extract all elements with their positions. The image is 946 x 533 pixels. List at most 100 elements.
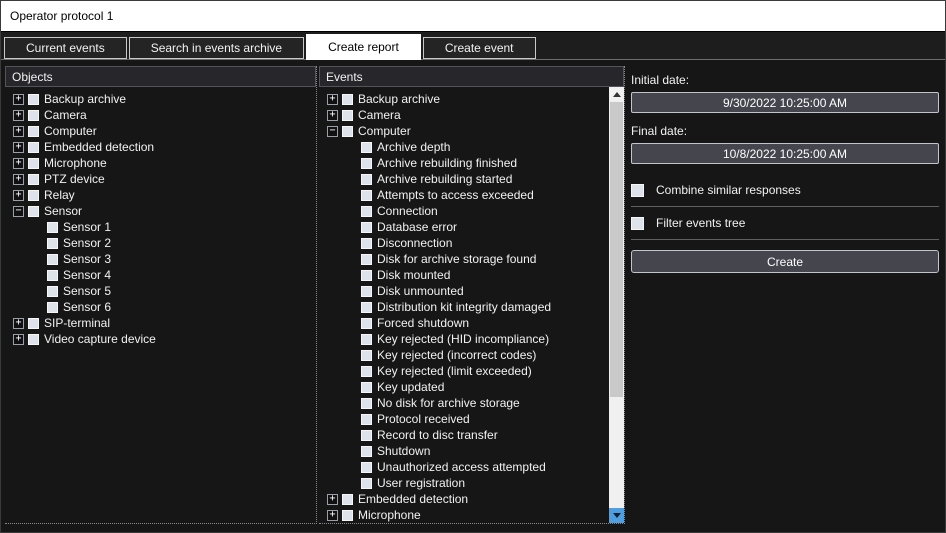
- tree-node[interactable]: Key rejected (incorrect codes): [319, 347, 624, 363]
- tree-node[interactable]: Archive rebuilding started: [319, 171, 624, 187]
- tree-node[interactable]: Sensor 6: [5, 299, 316, 315]
- expand-icon[interactable]: +: [327, 110, 338, 121]
- expand-icon[interactable]: +: [13, 126, 24, 137]
- expand-icon[interactable]: +: [13, 110, 24, 121]
- checkbox[interactable]: [28, 174, 39, 185]
- checkbox[interactable]: [47, 238, 58, 249]
- events-scrollbar[interactable]: [609, 87, 624, 523]
- tree-node[interactable]: Sensor 2: [5, 235, 316, 251]
- tree-node[interactable]: +SIP-terminal: [5, 315, 316, 331]
- tree-node[interactable]: +Computer: [5, 123, 316, 139]
- tab-create-event[interactable]: Create event: [423, 37, 536, 59]
- tree-node[interactable]: +Microphone: [5, 155, 316, 171]
- checkbox[interactable]: [361, 222, 372, 233]
- tree-node[interactable]: Key rejected (HID incompliance): [319, 331, 624, 347]
- expand-icon[interactable]: +: [327, 94, 338, 105]
- expand-icon[interactable]: +: [327, 510, 338, 521]
- checkbox[interactable]: [361, 446, 372, 457]
- checkbox[interactable]: [361, 398, 372, 409]
- checkbox[interactable]: [47, 270, 58, 281]
- checkbox[interactable]: [28, 158, 39, 169]
- tree-node[interactable]: Disk mounted: [319, 267, 624, 283]
- tree-node[interactable]: Forced shutdown: [319, 315, 624, 331]
- tree-node[interactable]: Record to disc transfer: [319, 427, 624, 443]
- scrollbar-thumb[interactable]: [610, 102, 623, 397]
- tree-node[interactable]: Archive rebuilding finished: [319, 155, 624, 171]
- checkbox[interactable]: [361, 174, 372, 185]
- tree-node[interactable]: −Sensor: [5, 203, 316, 219]
- tree-node[interactable]: Connection: [319, 203, 624, 219]
- tree-node[interactable]: Database error: [319, 219, 624, 235]
- expand-icon[interactable]: +: [13, 158, 24, 169]
- tree-node[interactable]: Archive depth: [319, 139, 624, 155]
- tree-node[interactable]: +Backup archive: [319, 91, 624, 107]
- create-button[interactable]: Create: [631, 250, 939, 273]
- tree-node[interactable]: Disk for archive storage found: [319, 251, 624, 267]
- tree-node[interactable]: Sensor 3: [5, 251, 316, 267]
- final-date-field[interactable]: 10/8/2022 10:25:00 AM: [631, 143, 939, 164]
- tree-node[interactable]: Sensor 1: [5, 219, 316, 235]
- tree-node[interactable]: +Embedded detection: [319, 491, 624, 507]
- collapse-icon[interactable]: −: [327, 126, 338, 137]
- tree-node[interactable]: +Microphone: [319, 507, 624, 523]
- checkbox[interactable]: [28, 110, 39, 121]
- tree-node[interactable]: +Video capture device: [5, 331, 316, 347]
- tree-node[interactable]: +PTZ device: [5, 171, 316, 187]
- scroll-down-button[interactable]: [609, 508, 624, 523]
- checkbox[interactable]: [28, 318, 39, 329]
- checkbox[interactable]: [47, 222, 58, 233]
- expand-icon[interactable]: +: [13, 142, 24, 153]
- tree-node[interactable]: −Computer: [319, 123, 624, 139]
- tree-node[interactable]: Shutdown: [319, 443, 624, 459]
- checkbox[interactable]: [342, 510, 353, 521]
- checkbox[interactable]: [361, 270, 372, 281]
- checkbox[interactable]: [361, 334, 372, 345]
- checkbox[interactable]: [361, 350, 372, 361]
- tree-node[interactable]: Sensor 4: [5, 267, 316, 283]
- tab-create-report[interactable]: Create report: [306, 34, 421, 60]
- expand-icon[interactable]: +: [13, 94, 24, 105]
- filter-events-tree-checkbox[interactable]: [631, 217, 644, 230]
- checkbox[interactable]: [28, 190, 39, 201]
- collapse-icon[interactable]: −: [13, 206, 24, 217]
- tree-node[interactable]: +Camera: [319, 107, 624, 123]
- tree-node[interactable]: Protocol received: [319, 411, 624, 427]
- checkbox[interactable]: [342, 494, 353, 505]
- checkbox[interactable]: [361, 414, 372, 425]
- checkbox[interactable]: [361, 430, 372, 441]
- checkbox[interactable]: [361, 302, 372, 313]
- checkbox[interactable]: [28, 334, 39, 345]
- expand-icon[interactable]: +: [327, 494, 338, 505]
- tree-node[interactable]: Unauthorized access attempted: [319, 459, 624, 475]
- tree-node[interactable]: No disk for archive storage: [319, 395, 624, 411]
- tree-node[interactable]: +Relay: [5, 187, 316, 203]
- checkbox[interactable]: [361, 142, 372, 153]
- initial-date-field[interactable]: 9/30/2022 10:25:00 AM: [631, 92, 939, 113]
- filter-events-tree-row[interactable]: Filter events tree: [631, 207, 939, 240]
- tree-node[interactable]: +Backup archive: [5, 91, 316, 107]
- checkbox[interactable]: [47, 286, 58, 297]
- tree-node[interactable]: Attempts to access exceeded: [319, 187, 624, 203]
- tree-node[interactable]: +Camera: [5, 107, 316, 123]
- expand-icon[interactable]: +: [13, 174, 24, 185]
- checkbox[interactable]: [361, 190, 372, 201]
- tree-node[interactable]: Disconnection: [319, 235, 624, 251]
- expand-icon[interactable]: +: [13, 334, 24, 345]
- checkbox[interactable]: [28, 94, 39, 105]
- scroll-up-button[interactable]: [609, 87, 624, 102]
- checkbox[interactable]: [47, 302, 58, 313]
- checkbox[interactable]: [342, 126, 353, 137]
- checkbox[interactable]: [47, 254, 58, 265]
- tree-node[interactable]: Key updated: [319, 379, 624, 395]
- tree-node[interactable]: Key rejected (limit exceeded): [319, 363, 624, 379]
- tab-search-in-events-archive[interactable]: Search in events archive: [129, 37, 304, 59]
- expand-icon[interactable]: +: [13, 190, 24, 201]
- checkbox[interactable]: [342, 110, 353, 121]
- checkbox[interactable]: [361, 366, 372, 377]
- tab-current-events[interactable]: Current events: [4, 37, 127, 59]
- checkbox[interactable]: [28, 142, 39, 153]
- checkbox[interactable]: [361, 158, 372, 169]
- tree-node[interactable]: User registration: [319, 475, 624, 491]
- checkbox[interactable]: [361, 478, 372, 489]
- checkbox[interactable]: [361, 206, 372, 217]
